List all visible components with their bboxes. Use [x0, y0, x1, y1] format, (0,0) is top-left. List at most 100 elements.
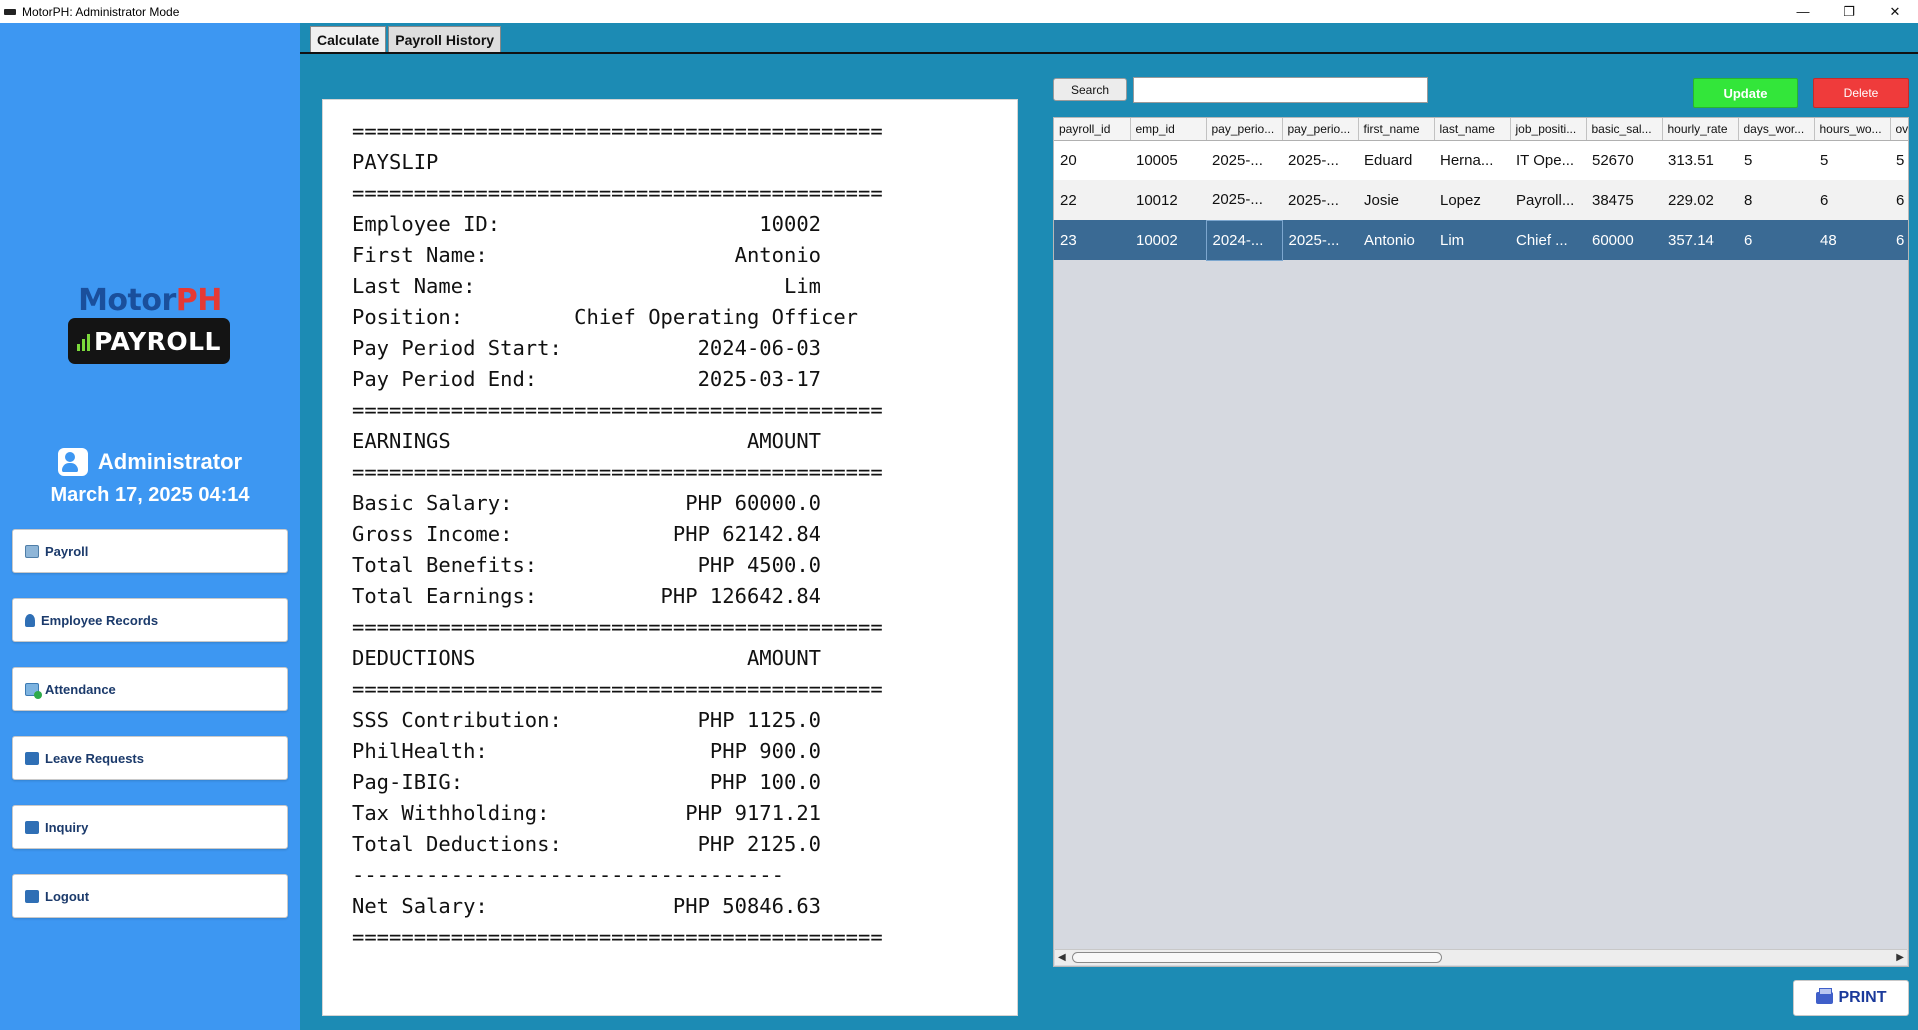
- payslip-line: Total Earnings: PHP 126642.84: [352, 584, 821, 608]
- column-header[interactable]: first_name: [1358, 118, 1435, 141]
- payroll-history-table[interactable]: payroll_id emp_id pay_perio... pay_perio…: [1053, 117, 1909, 967]
- payslip-line: Tax Withholding: PHP 9171.21: [352, 801, 821, 825]
- table-cell[interactable]: 6: [1738, 220, 1814, 260]
- payslip-line: Gross Income: PHP 62142.84: [352, 522, 821, 546]
- table-cell-focused[interactable]: 2024-...: [1205, 219, 1283, 261]
- table-cell[interactable]: 52670: [1586, 140, 1662, 180]
- scroll-left-icon[interactable]: ◀: [1058, 952, 1066, 963]
- search-button[interactable]: Search: [1053, 78, 1127, 101]
- search-input[interactable]: [1133, 77, 1428, 103]
- payslip-line: PAYSLIP: [352, 150, 439, 174]
- table-cell[interactable]: IT Ope...: [1510, 140, 1586, 180]
- column-header[interactable]: hourly_rate: [1662, 118, 1739, 141]
- table-cell[interactable]: Lopez: [1434, 180, 1510, 220]
- table-cell[interactable]: 5: [1890, 140, 1908, 180]
- table-cell[interactable]: 229.02: [1662, 180, 1738, 220]
- payslip-line: Total Deductions: PHP 2125.0: [352, 832, 821, 856]
- table-cell[interactable]: 6: [1890, 220, 1908, 260]
- table-row[interactable]: 22 10012 2025-... 2025-... Josie Lopez P…: [1054, 180, 1908, 220]
- nav-logout-button[interactable]: Logout: [12, 874, 288, 918]
- payslip-line: Pay Period Start: 2024-06-03: [352, 336, 821, 360]
- window-controls: — ❐ ✕: [1780, 0, 1918, 23]
- restore-button[interactable]: ❐: [1826, 0, 1872, 23]
- column-header[interactable]: pay_perio...: [1206, 118, 1283, 141]
- column-header[interactable]: emp_id: [1130, 118, 1207, 141]
- logo-badge: PAYROLL: [68, 318, 230, 364]
- payslip-line: ========================================…: [352, 615, 883, 639]
- main-panel: Calculate Payroll History ==============…: [300, 23, 1918, 1030]
- table-row[interactable]: 20 10005 2025-... 2025-... Eduard Herna.…: [1054, 140, 1908, 180]
- table-cell[interactable]: 2025-...: [1206, 140, 1282, 180]
- column-header[interactable]: days_wor...: [1738, 118, 1815, 141]
- payslip-line: Position: Chief Operating Officer: [352, 305, 859, 329]
- mail-icon: [25, 820, 39, 834]
- table-cell[interactable]: 2025-...: [1206, 180, 1282, 220]
- print-button[interactable]: PRINT: [1793, 980, 1909, 1016]
- user-name: Administrator: [97, 449, 243, 474]
- table-cell[interactable]: 20: [1054, 140, 1130, 180]
- table-cell[interactable]: 8: [1738, 180, 1814, 220]
- payslip-line: Total Benefits: PHP 4500.0: [352, 553, 821, 577]
- nav-inquiry-button[interactable]: Inquiry: [12, 805, 288, 849]
- nav-employee-records-button[interactable]: Employee Records: [12, 598, 288, 642]
- table-cell[interactable]: 6: [1814, 180, 1890, 220]
- table-row-selected[interactable]: 23 10002 2024-... 2025-... Antonio Lim C…: [1054, 219, 1908, 261]
- tab-calculate[interactable]: Calculate: [310, 26, 387, 52]
- table-cell[interactable]: 5: [1814, 140, 1890, 180]
- payroll-icon: [25, 544, 39, 558]
- table-cell[interactable]: 2025-...: [1282, 140, 1358, 180]
- user-settings-icon: [57, 448, 88, 476]
- table-cell[interactable]: Chief ...: [1510, 220, 1586, 260]
- table-cell[interactable]: 10005: [1130, 140, 1206, 180]
- delete-button[interactable]: Delete: [1813, 78, 1909, 108]
- column-header[interactable]: basic_sal...: [1586, 118, 1663, 141]
- table-cell[interactable]: 48: [1814, 220, 1890, 260]
- table-cell[interactable]: Antonio: [1358, 220, 1434, 260]
- column-header[interactable]: job_positi...: [1510, 118, 1587, 141]
- nav-leave-requests-button[interactable]: Leave Requests: [12, 736, 288, 780]
- attendance-icon: [25, 682, 42, 699]
- table-cell[interactable]: 10002: [1130, 220, 1206, 260]
- payslip-line: First Name: Antonio: [352, 243, 821, 267]
- table-cell[interactable]: Lim: [1434, 220, 1510, 260]
- table-cell[interactable]: 22: [1054, 180, 1130, 220]
- table-cell[interactable]: 357.14: [1662, 220, 1738, 260]
- payslip-text: ========================================…: [352, 116, 883, 953]
- column-header[interactable]: pay_perio...: [1282, 118, 1359, 141]
- table-cell[interactable]: Eduard: [1358, 140, 1434, 180]
- table-cell[interactable]: 10012: [1130, 180, 1206, 220]
- table-cell[interactable]: Herna...: [1434, 140, 1510, 180]
- table-cell[interactable]: Payroll...: [1510, 180, 1586, 220]
- sidebar: MotorPH PAYROLL Administrator March 17, …: [0, 23, 300, 1030]
- horizontal-scrollbar[interactable]: ◀ ▶: [1055, 949, 1907, 965]
- table-cell[interactable]: 2025-...: [1282, 220, 1358, 260]
- table-cell[interactable]: 6: [1890, 180, 1908, 220]
- scrollbar-thumb[interactable]: [1072, 952, 1442, 963]
- minimize-button[interactable]: —: [1780, 0, 1826, 23]
- column-header[interactable]: last_name: [1434, 118, 1511, 141]
- nav-payroll-button[interactable]: Payroll: [12, 529, 288, 573]
- column-header[interactable]: hours_wo...: [1814, 118, 1891, 141]
- table-cell[interactable]: 2025-...: [1282, 180, 1358, 220]
- column-header[interactable]: payroll_id: [1054, 118, 1131, 141]
- close-button[interactable]: ✕: [1872, 0, 1918, 23]
- table-cell[interactable]: 23: [1054, 220, 1130, 260]
- payslip-line: DEDUCTIONS AMOUNT: [352, 646, 821, 670]
- payslip-line: ========================================…: [352, 677, 883, 701]
- table-cell[interactable]: 313.51: [1662, 140, 1738, 180]
- table-cell[interactable]: Josie: [1358, 180, 1434, 220]
- briefcase-icon: [25, 751, 39, 765]
- update-button[interactable]: Update: [1693, 78, 1798, 108]
- table-cell[interactable]: 38475: [1586, 180, 1662, 220]
- employee-icon: [25, 613, 35, 627]
- column-header[interactable]: over: [1890, 118, 1908, 141]
- app-icon: [4, 8, 16, 15]
- logo-wordmark: MotorPH: [78, 283, 222, 318]
- current-datetime: March 17, 2025 04:14: [50, 484, 250, 506]
- tab-divider: [300, 52, 1918, 54]
- tab-payroll-history[interactable]: Payroll History: [388, 26, 502, 52]
- scroll-right-icon[interactable]: ▶: [1896, 952, 1904, 963]
- nav-attendance-button[interactable]: Attendance: [12, 667, 288, 711]
- table-cell[interactable]: 5: [1738, 140, 1814, 180]
- table-cell[interactable]: 60000: [1586, 220, 1662, 260]
